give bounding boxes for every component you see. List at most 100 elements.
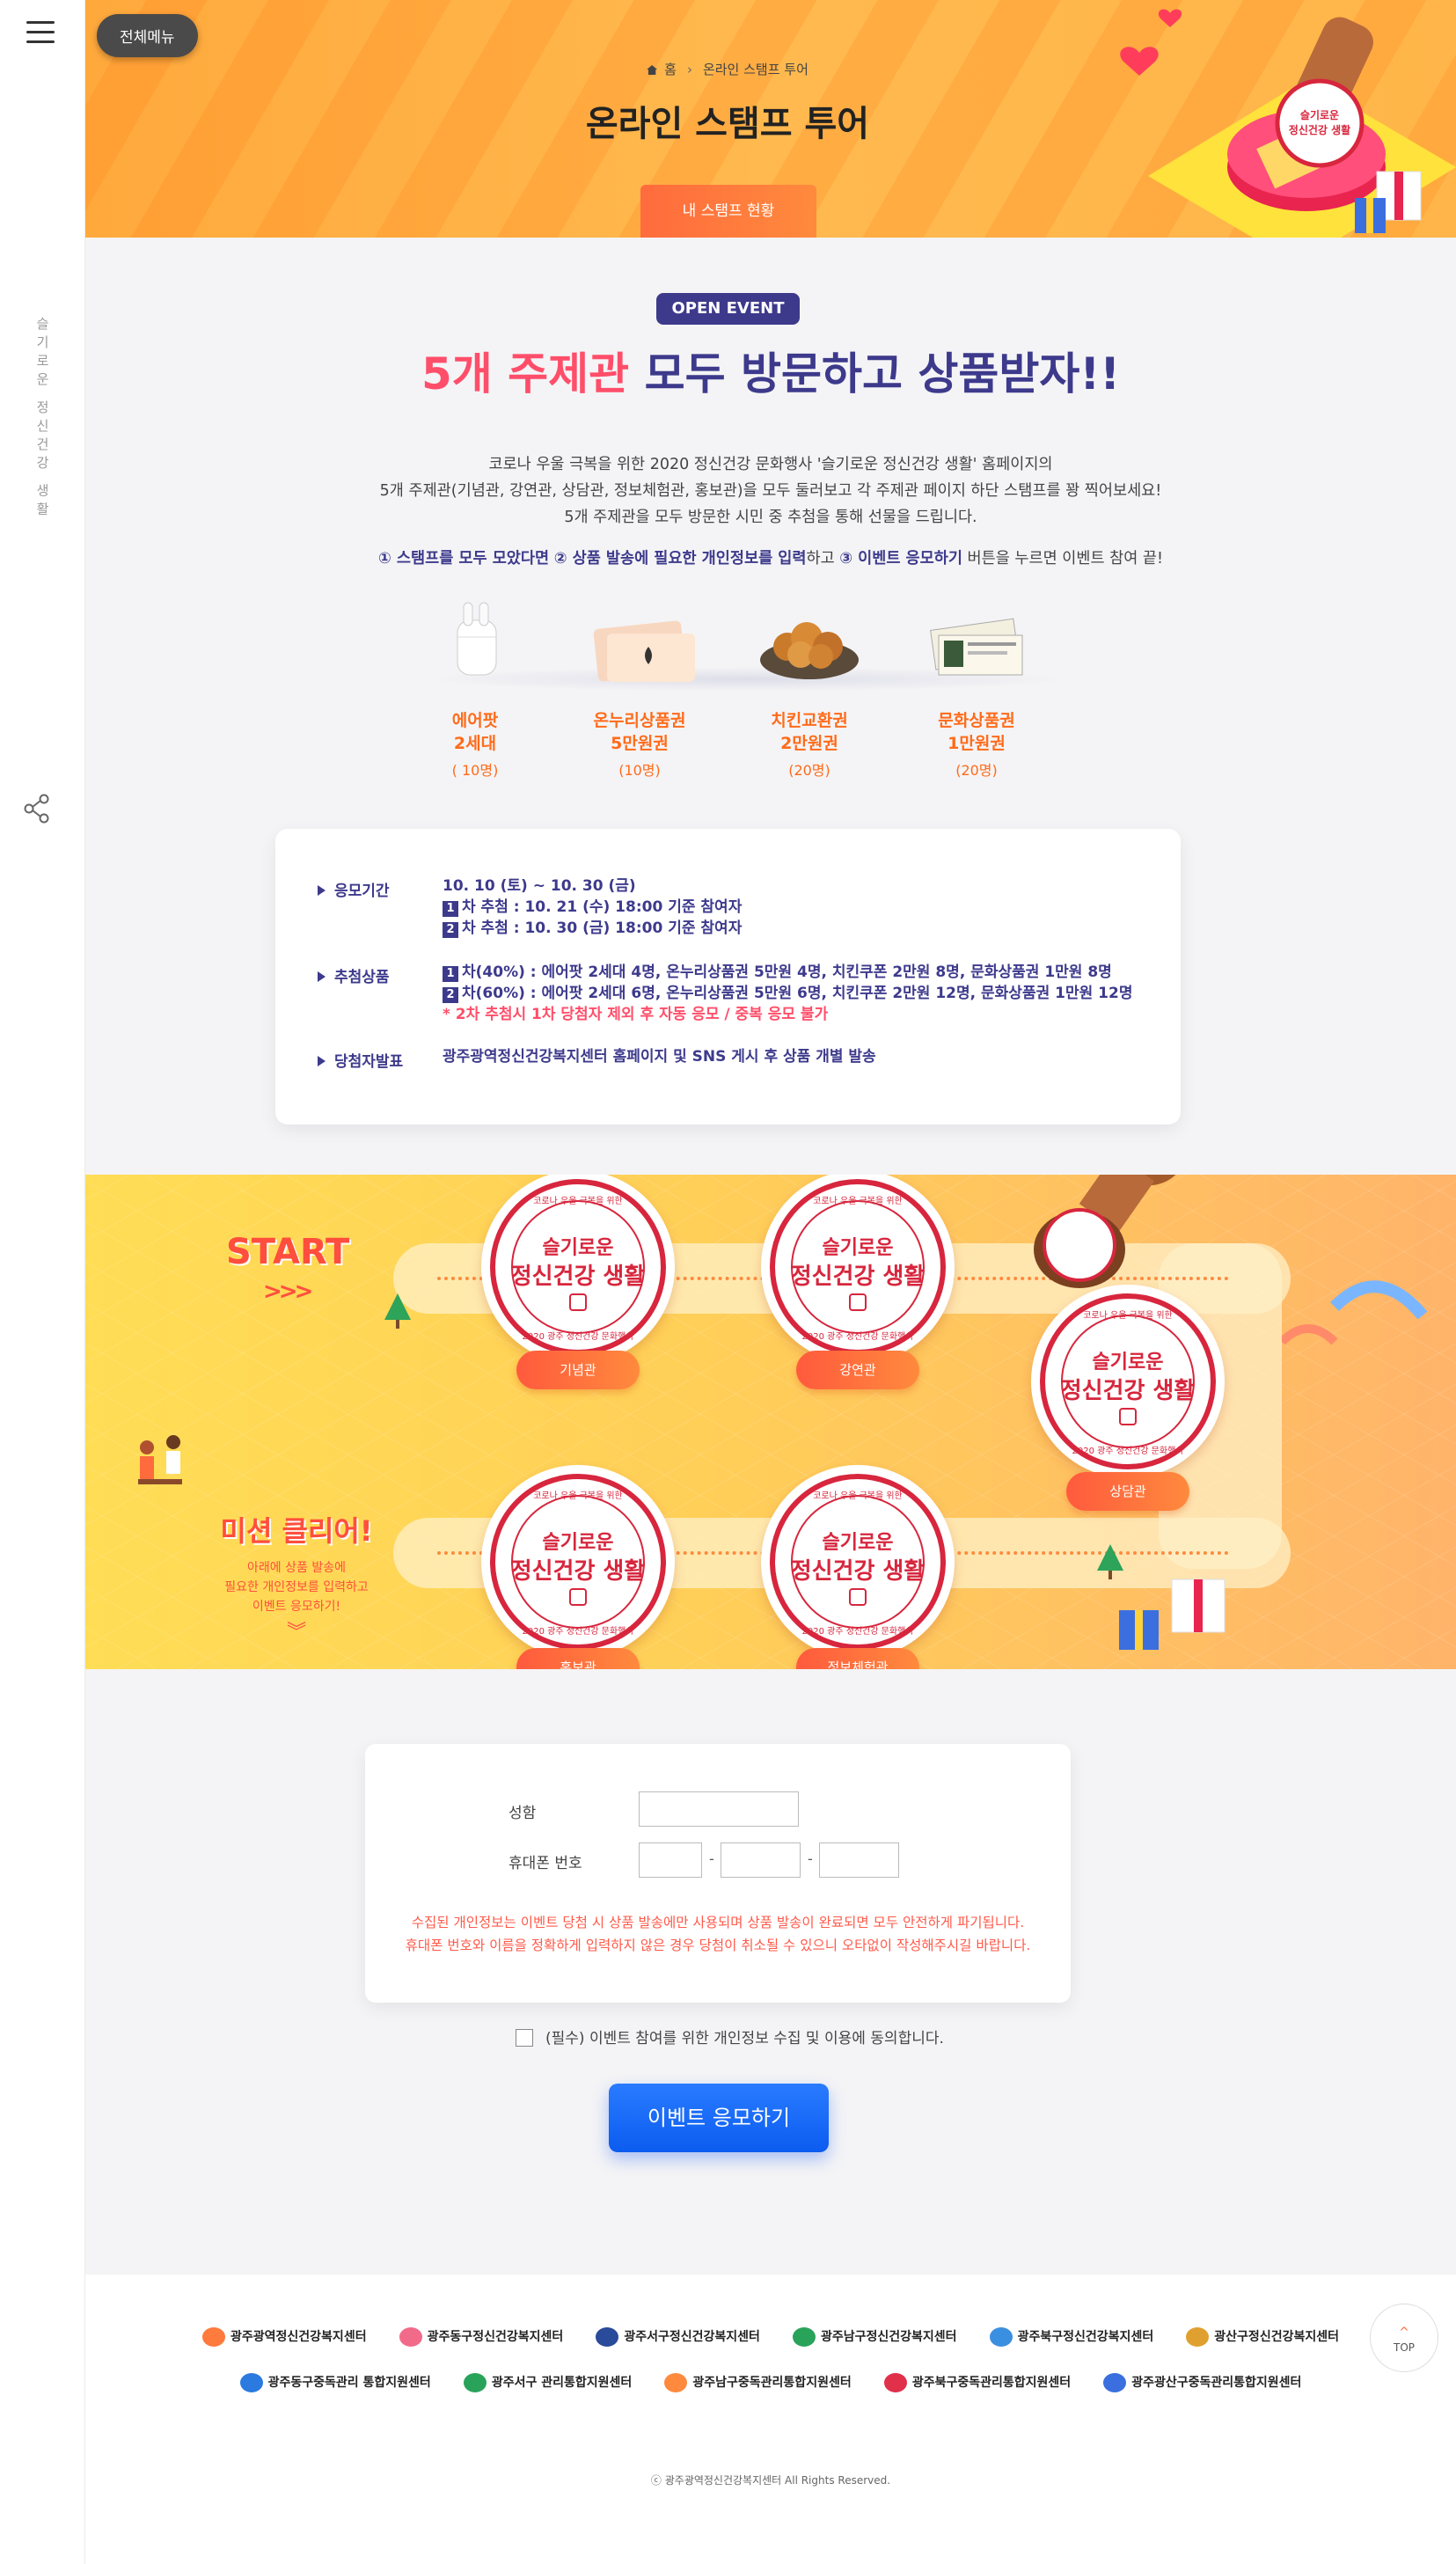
prize-count: (20명) (955, 762, 998, 779)
phone-input-3[interactable] (819, 1842, 899, 1878)
intro-line: 5개 주제관(기념관, 강연관, 상담관, 정보체험관, 홍보관)을 모두 둘러… (379, 482, 1162, 500)
culture-voucher-image (930, 618, 1023, 676)
privacy-consent[interactable]: (필수) 이벤트 참여를 위한 개인정보 수집 및 이용에 동의합니다. (516, 2026, 944, 2048)
thumb-icon (569, 1293, 587, 1311)
chicken-image (760, 622, 859, 679)
stamper-illustration (1034, 1175, 1176, 1288)
stamp-lecture[interactable]: 코로나 우울 극복을 위한 슬기로운 정신건강 생활 2020 광주 정신건강 문화행… (761, 1175, 955, 1364)
partner-logo[interactable]: 광주북구정신건강복지센터 (989, 2327, 1153, 2347)
breadcrumb-home[interactable]: 홈 (664, 62, 677, 77)
mission-desc: 필요한 개인정보를 입력하고 (224, 1580, 369, 1594)
paraglider-icon (1282, 1280, 1428, 1345)
headline-highlight: 5개 주제관 (421, 348, 630, 399)
stamp-info-experience[interactable]: 코로나 우울 극복을 위한 슬기로운 정신건강 생활 2020 광주 정신건강 문화행… (761, 1465, 955, 1659)
stamp-memorial[interactable]: 코로나 우울 극복을 위한 슬기로운 정신건강 생활 2020 광주 정신건강 문화행… (481, 1175, 675, 1364)
copyright: ⓒ 광주광역정신건강복지센터 All Rights Reserved. (650, 2474, 891, 2487)
chevron-down-icon: ︾ (286, 1622, 306, 1644)
partner-logo[interactable]: 광주광역정신건강복지센터 (202, 2327, 367, 2347)
consent-checkbox[interactable] (516, 2029, 533, 2047)
winner-label: 당첨자발표 (318, 1049, 403, 1071)
prize-item: 에어팟 2세대 ( 10명) (405, 598, 545, 780)
my-stamp-status-button[interactable]: 내 스탬프 현황 (640, 185, 816, 238)
step-end: 버튼을 누르면 이벤트 참여 끝! (962, 550, 1163, 568)
partner-logo[interactable]: 광산구정신건강복지센터 (1186, 2327, 1339, 2347)
svg-text:정신건강 생활: 정신건강 생활 (1289, 123, 1350, 136)
breadcrumb-current: 온라인 스탬프 투어 (702, 62, 808, 77)
phone-input-2[interactable] (721, 1842, 801, 1878)
partner-logo[interactable]: 광주서구 관리통합지원센터 (463, 2373, 632, 2392)
event-steps: ① 스탬프를 모두 모았다면 ② 상품 발송에 필요한 개인정보를 입력하고 ③… (85, 546, 1456, 568)
partner-logo[interactable]: 광주서구정신건강복지센터 (596, 2327, 760, 2347)
partner-logo[interactable]: 광주광산구중독관리통합지원센터 (1103, 2373, 1301, 2392)
period-label: 응모기간 (318, 878, 390, 900)
name-label: 성함 (509, 1805, 537, 1822)
partner-logo[interactable]: 광주남구중독관리통합지원센터 (664, 2373, 852, 2392)
privacy-notice: 수집된 개인정보는 이벤트 당첨 시 상품 발송에만 사용되며 상품 발송이 완… (365, 1911, 1071, 1957)
gift-card-image (593, 620, 695, 682)
place-counseling-button[interactable]: 상담관 (1066, 1472, 1189, 1511)
partner-logo[interactable]: 광주동구중독관리 통합지원센터 (239, 2373, 431, 2392)
open-event-badge: OPEN EVENT (656, 293, 800, 325)
phone-input-1[interactable] (639, 1842, 702, 1878)
notice-line: 휴대폰 번호와 이름을 정확하게 입력하지 않은 경우 당첨이 취소될 수 있으… (405, 1938, 1031, 1953)
prize-list: 에어팟 2세대 ( 10명) 온누리상품권 5만원권 (10명) 치킨교환권 2만원권… (405, 598, 1091, 792)
intro-line: 5개 주제관을 모두 방문한 시민 중 추첨을 통해 선물을 드립니다. (564, 509, 977, 526)
prize-amount: 2세대 (453, 734, 497, 753)
prize-item: 문화상품권 1만원권 (20명) (906, 598, 1047, 780)
phone-label: 휴대폰 번호 (509, 1855, 582, 1872)
stamp-tour-map: START >>> 미션 클리어! 아래에 상품 발송에 필요한 개인정보를 입… (85, 1175, 1456, 1669)
prize-name: 문화상품권 (938, 711, 1015, 730)
submit-entry-button[interactable]: 이벤트 응모하기 (609, 2084, 829, 2152)
prize-name: 에어팟 (451, 711, 499, 730)
mission-title: 미션 클리어! (220, 1514, 373, 1548)
intro-line: 코로나 우울 극복을 위한 2020 정신건강 문화행사 '슬기로운 정신건강 … (488, 456, 1053, 473)
prize-amount: 1만원권 (947, 734, 1006, 753)
tree-icon (384, 1293, 411, 1329)
prize-item: 치킨교환권 2만원권 (20명) (739, 598, 880, 780)
partner-logo[interactable]: 광주북구중독관리통합지원센터 (883, 2373, 1071, 2392)
gift-box-icon (1119, 1579, 1226, 1650)
partner-logos-row-2: 광주동구중독관리 통합지원센터 광주서구 관리통합지원센터 광주남구중독관리통합… (85, 2373, 1456, 2392)
headline-rest: 모두 방문하고 상품받자!! (629, 348, 1121, 399)
partner-logos-row-1: 광주광역정신건강복지센터 광주동구정신건강복지센터 광주서구정신건강복지센터 광… (85, 2327, 1456, 2347)
thumb-icon (849, 1588, 867, 1606)
prize-name: 온누리상품권 (593, 711, 686, 730)
start-label: START (226, 1232, 350, 1272)
entry-form: 성함 휴대폰 번호 - - 수집된 개인정보는 이벤트 당첨 시 상품 발송에만… (365, 1744, 1071, 2003)
thumb-icon (849, 1293, 867, 1311)
tree-icon (1097, 1544, 1123, 1579)
hamburger-menu-icon[interactable] (26, 21, 55, 46)
stamp-promotion[interactable]: 코로나 우울 극복을 위한 슬기로운 정신건강 생활 2020 광주 정신건강 문화행… (481, 1465, 675, 1659)
partner-logo[interactable]: 광주동구정신건강복지센터 (399, 2327, 563, 2347)
place-lecture-button[interactable]: 강연관 (796, 1351, 919, 1389)
share-icon[interactable] (23, 794, 51, 824)
start-arrow: >>> (263, 1278, 313, 1305)
prize-item: 온누리상품권 5만원권 (10명) (569, 598, 710, 780)
mission-desc: 아래에 상품 발송에 (247, 1561, 346, 1575)
mission-clear: 미션 클리어! 아래에 상품 발송에 필요한 개인정보를 입력하고 이벤트 응모… (217, 1509, 376, 1644)
place-memorial-button[interactable]: 기념관 (516, 1351, 640, 1389)
prize-count: (10명) (618, 762, 661, 779)
top-label: TOP (1393, 2341, 1415, 2354)
prize-amount: 5만원권 (611, 734, 669, 753)
winner-value: 광주광역정신건강복지센터 홈페이지 및 SNS 게시 후 상품 개별 발송 (443, 1048, 876, 1066)
name-input[interactable] (639, 1791, 799, 1827)
vertical-site-name: 슬기로운 정신건강 생활 (34, 317, 50, 521)
place-info-experience-button[interactable]: 정보체험관 (796, 1648, 919, 1669)
scroll-top-button[interactable]: ^ TOP (1370, 2304, 1438, 2372)
airpods-image (457, 602, 497, 676)
page-header: 홈 › 온라인 스탬프 투어 온라인 스탬프 투어 내 스탬프 현황 슬기로운 정신… (85, 0, 1456, 238)
step-3: ③ 이벤트 응모하기 (839, 550, 962, 568)
all-menu-button[interactable]: 전체메뉴 (97, 14, 198, 57)
stamp-counseling[interactable]: 코로나 우울 극복을 위한 슬기로운 정신건강 생활 2020 광주 정신건강 문화행… (1031, 1285, 1225, 1478)
place-promotion-button[interactable]: 홍보관 (516, 1648, 640, 1669)
prize-amount: 2만원권 (780, 734, 838, 753)
step-1: ① 스탬프를 모두 모았다면 (378, 550, 550, 568)
footer: 광주광역정신건강복지센터 광주동구정신건강복지센터 광주서구정신건강복지센터 광… (85, 2275, 1456, 2564)
home-icon[interactable] (647, 65, 658, 75)
thumb-icon (569, 1588, 587, 1606)
partner-logo[interactable]: 광주남구정신건강복지센터 (792, 2327, 957, 2347)
stamp-illustration: 슬기로운 정신건강 생활 (1120, 9, 1456, 238)
people-icon (138, 1435, 182, 1484)
prize-name: 치킨교환권 (771, 711, 848, 730)
